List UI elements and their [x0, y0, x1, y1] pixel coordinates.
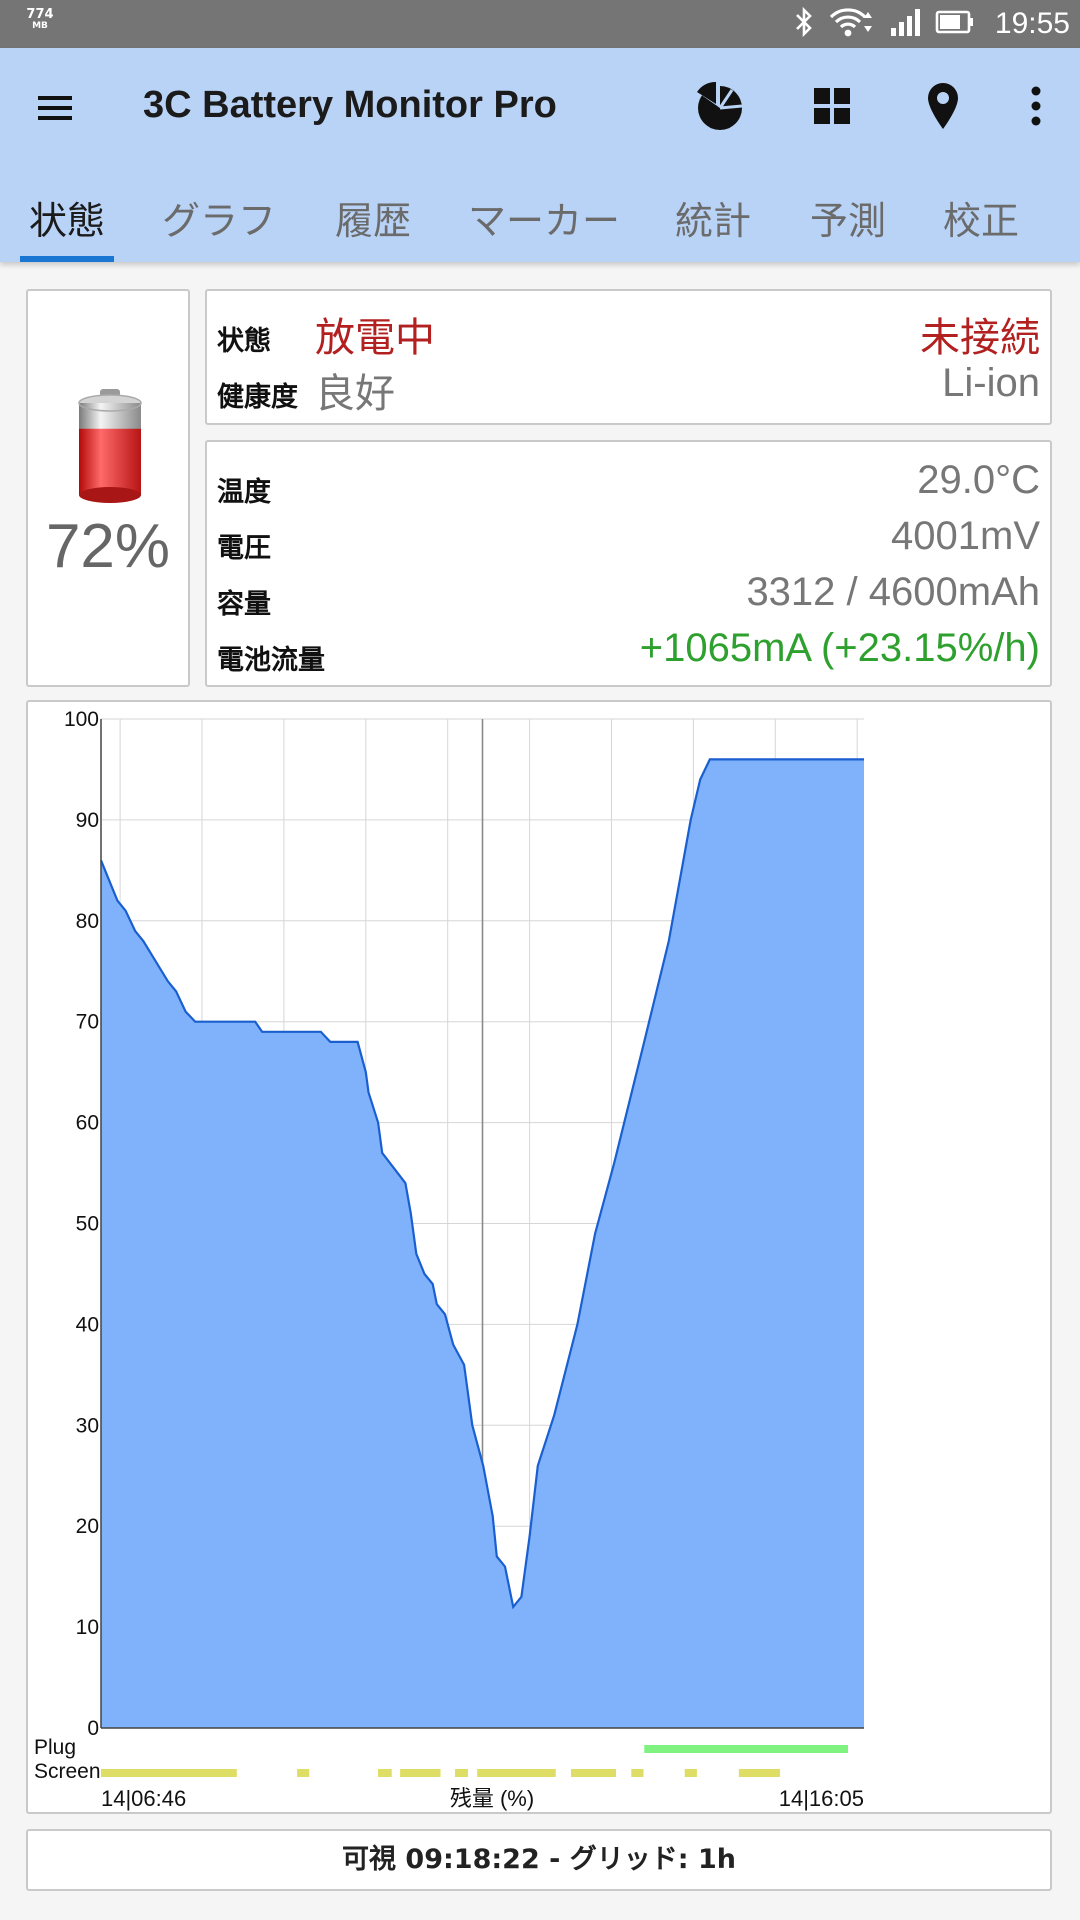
pie-chart-icon[interactable]	[690, 76, 750, 136]
tab-calibration[interactable]: 校正	[936, 182, 1026, 262]
tab-statistics[interactable]: 統計	[668, 182, 758, 262]
screen-track-label: Screen	[34, 1760, 101, 1783]
screen-segment	[455, 1769, 469, 1777]
bluetooth-icon	[793, 6, 815, 42]
x-axis-label: 残量 (%)	[450, 1786, 534, 1811]
battery-type-value: Li-ion	[942, 361, 1040, 405]
x-end-label: 14|16:05	[779, 1786, 864, 1811]
screen-segment	[400, 1769, 441, 1777]
memory-unit: MB	[32, 21, 48, 31]
status-bar: 774 MB 19:55	[0, 0, 1080, 48]
widget-grid-icon[interactable]	[802, 76, 862, 136]
screen-segment	[101, 1769, 237, 1777]
y-tick-label: 30	[76, 1414, 99, 1437]
y-tick-label: 60	[76, 1112, 99, 1135]
screen-segment	[477, 1769, 556, 1777]
state-label: 状態	[217, 326, 271, 357]
hamburger-menu-icon[interactable]	[30, 83, 80, 133]
location-pin-icon[interactable]	[913, 76, 973, 136]
x-start-label: 14|06:46	[101, 1786, 186, 1811]
overflow-menu-icon[interactable]	[1006, 76, 1066, 136]
y-tick-label: 20	[76, 1515, 99, 1538]
temperature-label: 温度	[217, 477, 271, 508]
health-value: 良好	[315, 372, 395, 416]
screen-segment	[738, 1769, 781, 1777]
health-label: 健康度	[217, 382, 298, 413]
tab-bar: 状態 グラフ 履歴 マーカー 統計 予測 校正	[0, 182, 1080, 262]
y-tick-label: 10	[76, 1616, 99, 1639]
screen-segment	[684, 1769, 697, 1777]
screen-segment	[571, 1769, 617, 1777]
visible-range-text: 可視 09:18:22 - グリッド: 1h	[342, 1844, 736, 1875]
tab-status[interactable]: 状態	[20, 182, 114, 262]
temperature-value: 29.0°C	[917, 458, 1040, 502]
details-card[interactable]: 温度 29.0°C 電圧 4001mV 容量 3312 / 4600mAh 電池…	[205, 440, 1052, 687]
battery-level-card[interactable]: 72%	[26, 289, 190, 687]
battery-level-icon	[72, 387, 148, 507]
y-tick-label: 50	[76, 1213, 99, 1236]
y-tick-label: 100	[64, 708, 99, 731]
capacity-label: 容量	[217, 589, 271, 620]
tab-history[interactable]: 履歴	[328, 182, 418, 262]
memory-indicator: 774 MB	[20, 8, 60, 31]
screen-segment	[377, 1769, 392, 1777]
tab-markers[interactable]: マーカー	[464, 182, 624, 262]
y-tick-label: 90	[76, 809, 99, 832]
voltage-label: 電圧	[217, 533, 271, 564]
screen-segment	[631, 1769, 644, 1777]
y-tick-label: 0	[87, 1717, 99, 1740]
screen-segment	[297, 1769, 310, 1777]
voltage-value: 4001mV	[891, 514, 1040, 558]
app-title: 3C Battery Monitor Pro	[143, 84, 557, 126]
battery-status-icon	[935, 6, 975, 42]
y-tick-label: 80	[76, 910, 99, 933]
plug-segment	[644, 1745, 848, 1753]
wifi-icon	[829, 6, 875, 42]
memory-value: 774	[26, 7, 54, 22]
plug-status-value: 未接続	[920, 316, 1040, 360]
signal-icon	[889, 6, 921, 42]
plug-track-label: Plug	[34, 1736, 76, 1759]
app-bar: 3C Battery Monitor Pro 状態 グラフ 履歴 マーカー 統計…	[0, 48, 1080, 262]
current-label: 電池流量	[217, 645, 325, 676]
clock: 19:55	[994, 7, 1070, 40]
status-card[interactable]: 状態 放電中 未接続 健康度 良好 Li-ion	[205, 289, 1052, 425]
y-tick-label: 40	[76, 1313, 99, 1336]
current-value: +1065mA (+23.15%/h)	[639, 626, 1040, 670]
active-tab-indicator	[20, 256, 114, 262]
state-value: 放電中	[315, 316, 435, 360]
battery-percentage: 72%	[45, 512, 171, 581]
tab-graph[interactable]: グラフ	[160, 182, 278, 262]
visible-range-bar[interactable]: 可視 09:18:22 - グリッド: 1h	[26, 1829, 1052, 1891]
battery-level-chart[interactable]: 0 10 20 30 40 50 60 70 80 90 100 Plug Screen 14|06…	[28, 702, 1050, 1812]
y-tick-label: 70	[76, 1011, 99, 1034]
tab-estimates[interactable]: 予測	[803, 182, 893, 262]
capacity-value: 3312 / 4600mAh	[746, 570, 1040, 614]
battery-chart-card[interactable]: 0 10 20 30 40 50 60 70 80 90 100 Plug Screen 14|06…	[26, 700, 1052, 1814]
